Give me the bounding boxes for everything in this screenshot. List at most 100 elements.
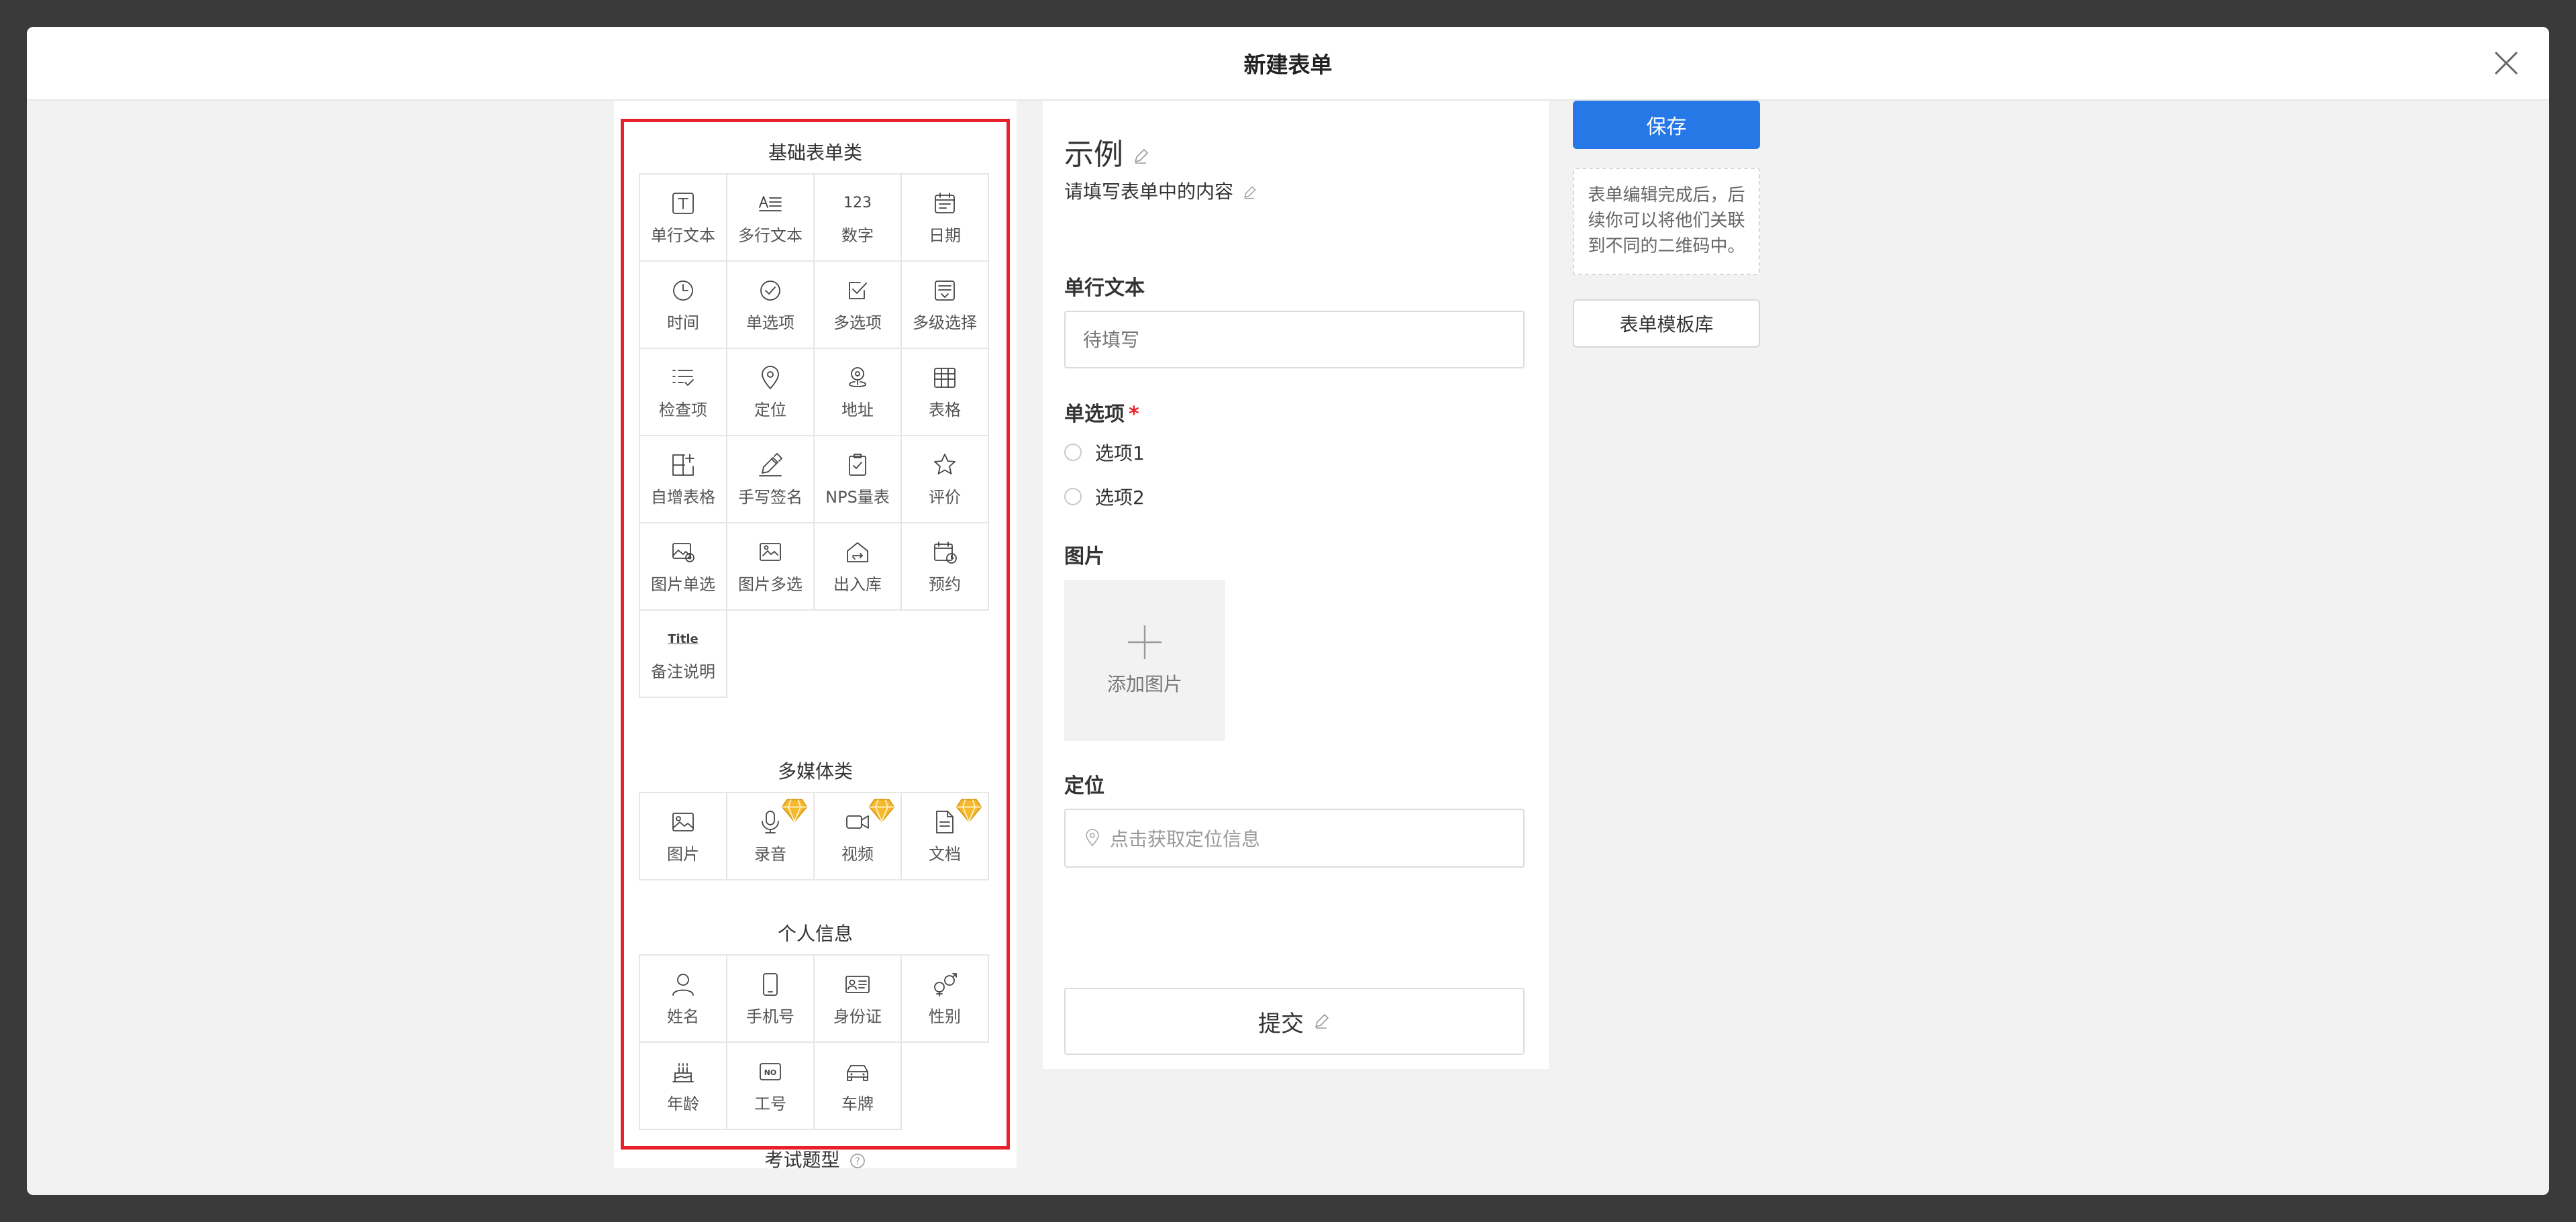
field-type-label: 工号 <box>754 1094 786 1113</box>
save-button[interactable]: 保存 <box>1573 101 1760 149</box>
field-type-label: 图片多选 <box>738 574 803 594</box>
field-type-label: 文档 <box>929 844 961 864</box>
edit-icon[interactable] <box>1241 185 1257 201</box>
section-title-media: 多媒体类 <box>777 760 853 782</box>
field-type-checklist[interactable]: 检查项 <box>640 349 727 436</box>
field-type-document[interactable]: 文档 <box>902 793 989 880</box>
location-pin-icon <box>762 365 779 389</box>
field-type-table[interactable]: 表格 <box>902 349 989 436</box>
microphone-icon <box>762 810 779 833</box>
location-field-label: 定位 <box>1064 774 1104 798</box>
field-type-label: 定位 <box>754 400 786 419</box>
field-type-label: 单行文本 <box>651 225 715 245</box>
field-type-number[interactable]: 123 数字 <box>815 174 902 262</box>
empty-cell <box>815 611 902 698</box>
field-type-car[interactable]: 车牌 <box>815 1043 902 1130</box>
field-type-address[interactable]: 地址 <box>815 349 902 436</box>
field-type-label: 多级选择 <box>913 313 977 332</box>
field-type-signature-pen[interactable]: 手写签名 <box>727 436 815 523</box>
field-type-label: 录音 <box>754 844 786 864</box>
edit-icon[interactable] <box>1312 1012 1331 1031</box>
text-field-input[interactable] <box>1064 311 1525 368</box>
field-type-cake[interactable]: 年龄 <box>640 1043 727 1130</box>
add-image-button[interactable]: 添加图片 <box>1064 580 1225 741</box>
submit-button[interactable]: 提交 <box>1064 988 1525 1055</box>
nps-scale-icon <box>849 453 866 476</box>
field-type-location-pin[interactable]: 定位 <box>727 349 815 436</box>
template-library-button[interactable]: 表单模板库 <box>1573 299 1760 348</box>
field-type-label: 图片 <box>667 844 699 864</box>
multiline-text-icon <box>759 195 782 211</box>
empty-cell <box>902 611 989 698</box>
field-type-id-card[interactable]: 身份证 <box>815 956 902 1043</box>
field-type-clock[interactable]: 时间 <box>640 262 727 349</box>
field-type-image-multi[interactable]: 图片多选 <box>727 523 815 611</box>
field-type-label: 备注说明 <box>651 662 715 681</box>
table-add-icon <box>672 453 694 476</box>
calendar-icon <box>935 192 955 213</box>
radio-option-2[interactable]: 选项2 <box>1064 483 1145 510</box>
svg-text:?: ? <box>856 1156 860 1167</box>
field-type-label: 多行文本 <box>738 225 803 245</box>
field-type-multiline-text[interactable]: 多行文本 <box>727 174 815 262</box>
field-type-text-field[interactable]: 单行文本 <box>640 174 727 262</box>
field-type-label: 年龄 <box>667 1094 699 1113</box>
field-type-table-add[interactable]: 自增表格 <box>640 436 727 523</box>
id-card-icon <box>845 975 870 993</box>
title-icon: Title <box>668 631 699 646</box>
form-title[interactable]: 示例 <box>1064 130 1150 173</box>
radio-circle[interactable] <box>1064 488 1082 505</box>
radio-circle[interactable] <box>1064 444 1082 461</box>
field-type-image-single[interactable]: 图片单选 <box>640 523 727 611</box>
field-type-badge-number[interactable]: NO 工号 <box>727 1043 815 1130</box>
field-type-label: 手写签名 <box>738 487 803 507</box>
field-type-person[interactable]: 姓名 <box>640 956 727 1043</box>
field-type-microphone[interactable]: 录音 <box>727 793 815 880</box>
field-type-booking-calendar[interactable]: 预约 <box>902 523 989 611</box>
location-input[interactable]: 点击获取定位信息 <box>1064 809 1525 868</box>
radio-option-1[interactable]: 选项1 <box>1064 439 1145 466</box>
field-type-checkbox[interactable]: 多选项 <box>815 262 902 349</box>
text-field-label: 单行文本 <box>1064 276 1145 300</box>
field-type-label: 地址 <box>841 400 874 419</box>
field-type-radio-check[interactable]: 单选项 <box>727 262 815 349</box>
gender-icon <box>934 972 957 997</box>
radio-check-icon <box>760 280 780 301</box>
field-type-warehouse[interactable]: 出入库 <box>815 523 902 611</box>
field-type-label: 图片单选 <box>651 574 715 594</box>
plus-icon <box>1128 625 1162 659</box>
field-type-gender[interactable]: 性别 <box>902 956 989 1043</box>
field-type-label: 数字 <box>841 225 874 245</box>
field-type-phone[interactable]: 手机号 <box>727 956 815 1043</box>
field-type-label: 日期 <box>929 225 961 245</box>
vip-diamond-icon <box>956 799 982 823</box>
basic-field-grid: 单行文本 多行文本 123 数字 日期时间 单选项 多选项 多级选择检查项 定位 地址 表格自增表格… <box>639 173 989 698</box>
table-icon <box>934 367 956 388</box>
booking-calendar-icon <box>934 541 957 564</box>
field-type-cascade-select[interactable]: 多级选择 <box>902 262 989 349</box>
field-type-nps-scale[interactable]: NPS量表 <box>815 436 902 523</box>
close-icon[interactable] <box>2491 48 2521 78</box>
field-type-title[interactable]: Title 备注说明 <box>640 611 727 698</box>
image-field-label: 图片 <box>1064 545 1104 568</box>
field-type-label: 单选项 <box>746 313 794 332</box>
field-type-calendar[interactable]: 日期 <box>902 174 989 262</box>
field-type-star[interactable]: 评价 <box>902 436 989 523</box>
field-type-label: 时间 <box>667 313 699 332</box>
warehouse-icon <box>847 542 868 562</box>
field-type-label: 评价 <box>929 487 961 507</box>
image-single-icon <box>672 542 694 562</box>
phone-icon <box>763 972 778 996</box>
empty-cell <box>727 611 815 698</box>
form-subtitle[interactable]: 请填写表单中的内容 <box>1064 177 1257 204</box>
cake-icon <box>672 1062 694 1082</box>
location-pin-icon <box>1086 829 1099 847</box>
required-mark: * <box>1129 403 1139 426</box>
field-type-label: 出入库 <box>833 574 882 594</box>
edit-icon[interactable] <box>1131 147 1150 166</box>
field-type-label: 姓名 <box>667 1007 699 1026</box>
vip-diamond-icon <box>781 799 808 823</box>
help-icon[interactable]: ? <box>849 1153 866 1169</box>
field-type-image[interactable]: 图片 <box>640 793 727 880</box>
field-type-video[interactable]: 视频 <box>815 793 902 880</box>
